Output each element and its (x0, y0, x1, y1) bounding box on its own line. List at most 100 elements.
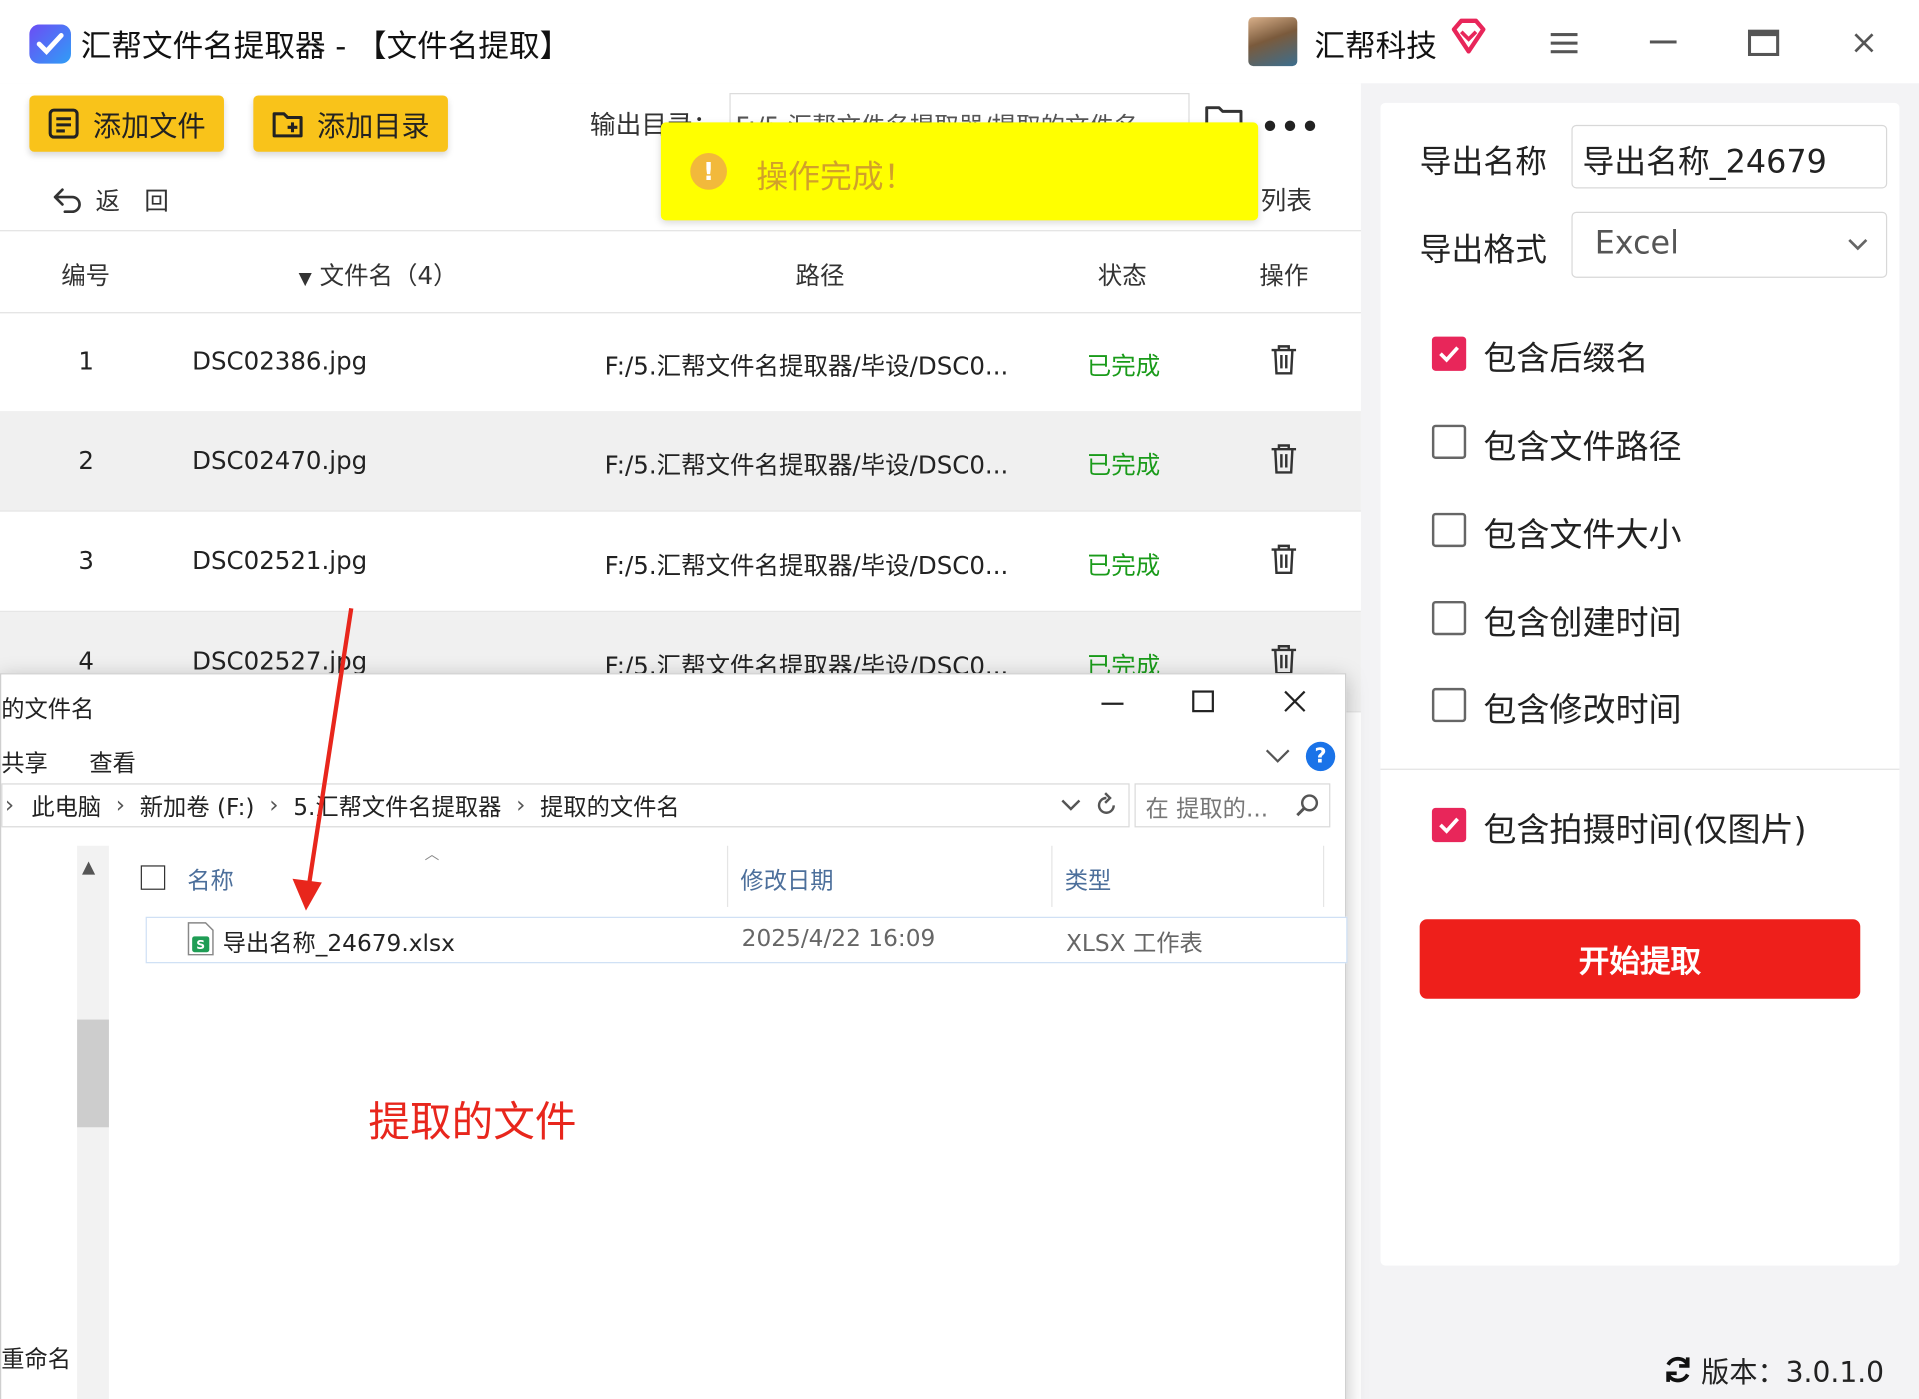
export-name-label: 导出名称 (1419, 144, 1547, 182)
explorer-close-icon[interactable] (1280, 687, 1309, 716)
row-path: F:/5.汇帮文件名提取器/毕设/DSC0... (604, 450, 1009, 480)
address-bar[interactable]: › 此电脑 › 新加卷 (F:) › 5.汇帮文件名提取器 › 提取的文件名 (1, 783, 1130, 828)
explorer-maximize-icon[interactable] (1188, 687, 1217, 716)
file-type: XLSX 工作表 (1065, 930, 1203, 958)
breadcrumb-drive[interactable]: 新加卷 (F:) (140, 789, 255, 822)
refresh-icon[interactable] (1662, 1354, 1694, 1386)
col-index: 编号 (61, 260, 111, 291)
ribbon-tab-view[interactable]: 查看 (89, 745, 136, 778)
export-format-select[interactable]: Excel (1571, 211, 1888, 278)
delete-icon[interactable] (1269, 543, 1298, 575)
option-path-label: 包含文件路径 (1483, 428, 1682, 467)
export-name-input[interactable]: 导出名称_24679 (1571, 124, 1888, 189)
file-explorer-window: 的文件名 共享 查看 ? › 此电脑 › 新加卷 (F:) › 5.汇帮文件名提… (0, 673, 1348, 1399)
option-path-checkbox[interactable] (1431, 424, 1467, 459)
table-row[interactable]: 1 DSC02386.jpg F:/5.汇帮文件名提取器/毕设/DSC0... … (0, 312, 1361, 413)
row-status: 已完成 (1086, 450, 1161, 480)
file-name: 导出名称_24679.xlsx (222, 930, 455, 958)
row-status: 已完成 (1086, 351, 1161, 381)
col-divider (1322, 845, 1325, 907)
version-label: 版本：3.0.1.0 (1701, 1357, 1885, 1390)
divider (1380, 768, 1900, 770)
explorer-minimize-icon[interactable] (1098, 687, 1127, 716)
col-name[interactable]: ▼ 文件名（4） (299, 256, 458, 291)
annotation-label: 提取的文件 (368, 1097, 577, 1147)
col-type-header[interactable]: 类型 (1065, 863, 1112, 896)
col-action: 操作 (1259, 260, 1309, 291)
chevron-right-icon: › (4, 791, 15, 819)
chevron-right-icon: › (115, 791, 126, 819)
add-folder-icon (272, 112, 303, 138)
row-index: 1 (78, 346, 94, 376)
sort-up-icon: ︿ (424, 845, 440, 863)
option-photo-time-checkbox[interactable] (1431, 807, 1467, 843)
user-avatar[interactable] (1248, 17, 1298, 67)
export-format-label: 导出格式 (1419, 232, 1547, 270)
file-table-header: 编号 ▼ 文件名（4） 路径 状态 操作 (0, 230, 1361, 314)
add-file-button[interactable]: 添加文件 (29, 95, 224, 152)
breadcrumb-folder[interactable]: 5.汇帮文件名提取器 (293, 789, 501, 822)
ribbon-expand-icon[interactable] (1264, 745, 1291, 769)
option-size-checkbox[interactable] (1431, 512, 1467, 548)
search-icon[interactable] (1294, 792, 1321, 819)
option-modified-checkbox[interactable] (1431, 687, 1467, 723)
add-file-label: 添加文件 (93, 111, 206, 144)
add-file-icon (48, 108, 79, 139)
option-created-checkbox[interactable] (1431, 600, 1467, 636)
col-date-header[interactable]: 修改日期 (740, 863, 833, 896)
vip-diamond-icon[interactable] (1449, 17, 1488, 59)
row-path: F:/5.汇帮文件名提取器/毕设/DSC0... (604, 550, 1009, 581)
option-created-label: 包含创建时间 (1483, 604, 1682, 643)
option-suffix-label: 包含后缀名 (1483, 340, 1649, 379)
table-row[interactable]: 2 DSC02470.jpg F:/5.汇帮文件名提取器/毕设/DSC0... … (0, 411, 1361, 512)
refresh-icon[interactable] (1094, 792, 1118, 819)
row-name: DSC02521.jpg (192, 545, 368, 576)
breadcrumb-current[interactable]: 提取的文件名 (540, 789, 680, 822)
row-index: 3 (78, 545, 94, 576)
delete-icon[interactable] (1269, 443, 1298, 475)
option-size-label: 包含文件大小 (1483, 516, 1682, 555)
help-icon[interactable]: ? (1305, 741, 1336, 772)
select-all-checkbox[interactable] (140, 865, 166, 890)
row-index: 2 (78, 445, 94, 475)
row-status: 已完成 (1086, 550, 1161, 581)
list-button-partial[interactable]: 列表 (1261, 181, 1312, 218)
add-dir-label: 添加目录 (316, 111, 430, 144)
row-name: DSC02386.jpg (192, 346, 368, 376)
xlsx-file-icon: S (187, 922, 214, 956)
file-list-item[interactable]: S 导出名称_24679.xlsx 2025/4/22 16:09 XLSX 工… (145, 916, 1348, 964)
col-path: 路径 (795, 260, 845, 291)
delete-icon[interactable] (1269, 644, 1298, 676)
start-extract-button[interactable]: 开始提取 (1419, 919, 1861, 999)
option-suffix-checkbox[interactable] (1431, 336, 1467, 371)
minimize-icon[interactable] (1645, 24, 1682, 61)
ribbon-tab-share[interactable]: 共享 (1, 745, 48, 778)
menu-icon[interactable] (1546, 24, 1583, 61)
row-index: 4 (78, 646, 94, 676)
col-divider (726, 845, 729, 907)
maximize-icon[interactable] (1745, 24, 1782, 61)
chevron-right-icon: › (269, 791, 279, 819)
more-icon[interactable]: ••• (1261, 110, 1321, 144)
scroll-up-icon[interactable]: ▲ (82, 858, 95, 878)
address-dropdown-icon[interactable] (1060, 797, 1082, 814)
back-label: 返 回 (95, 186, 169, 216)
add-dir-button[interactable]: 添加目录 (253, 95, 448, 152)
app-title: 汇帮文件名提取器 - 【文件名提取】 (80, 28, 571, 64)
brand-name: 汇帮科技 (1314, 28, 1437, 64)
close-icon[interactable] (1846, 24, 1883, 61)
version-info: 版本：3.0.1.0 (1662, 1349, 1884, 1391)
sidebar-item-partial[interactable]: 重命名 (1, 1341, 71, 1374)
col-divider (1051, 845, 1053, 907)
delete-icon[interactable] (1269, 344, 1298, 376)
row-name: DSC02470.jpg (192, 445, 368, 475)
breadcrumb-pc[interactable]: 此电脑 (31, 789, 101, 822)
explorer-title: 的文件名 (1, 696, 95, 724)
info-icon: ! (690, 152, 727, 190)
sort-down-icon: ▼ (298, 269, 312, 289)
back-button[interactable]: 返 回 (51, 181, 169, 216)
nav-scrollbar-thumb[interactable] (77, 1019, 109, 1128)
table-row[interactable]: 3 DSC02521.jpg F:/5.汇帮文件名提取器/毕设/DSC0... … (0, 512, 1361, 612)
col-name-header[interactable]: 名称 (187, 863, 234, 896)
option-photo-time-label: 包含拍摄时间(仅图片) (1483, 811, 1807, 850)
